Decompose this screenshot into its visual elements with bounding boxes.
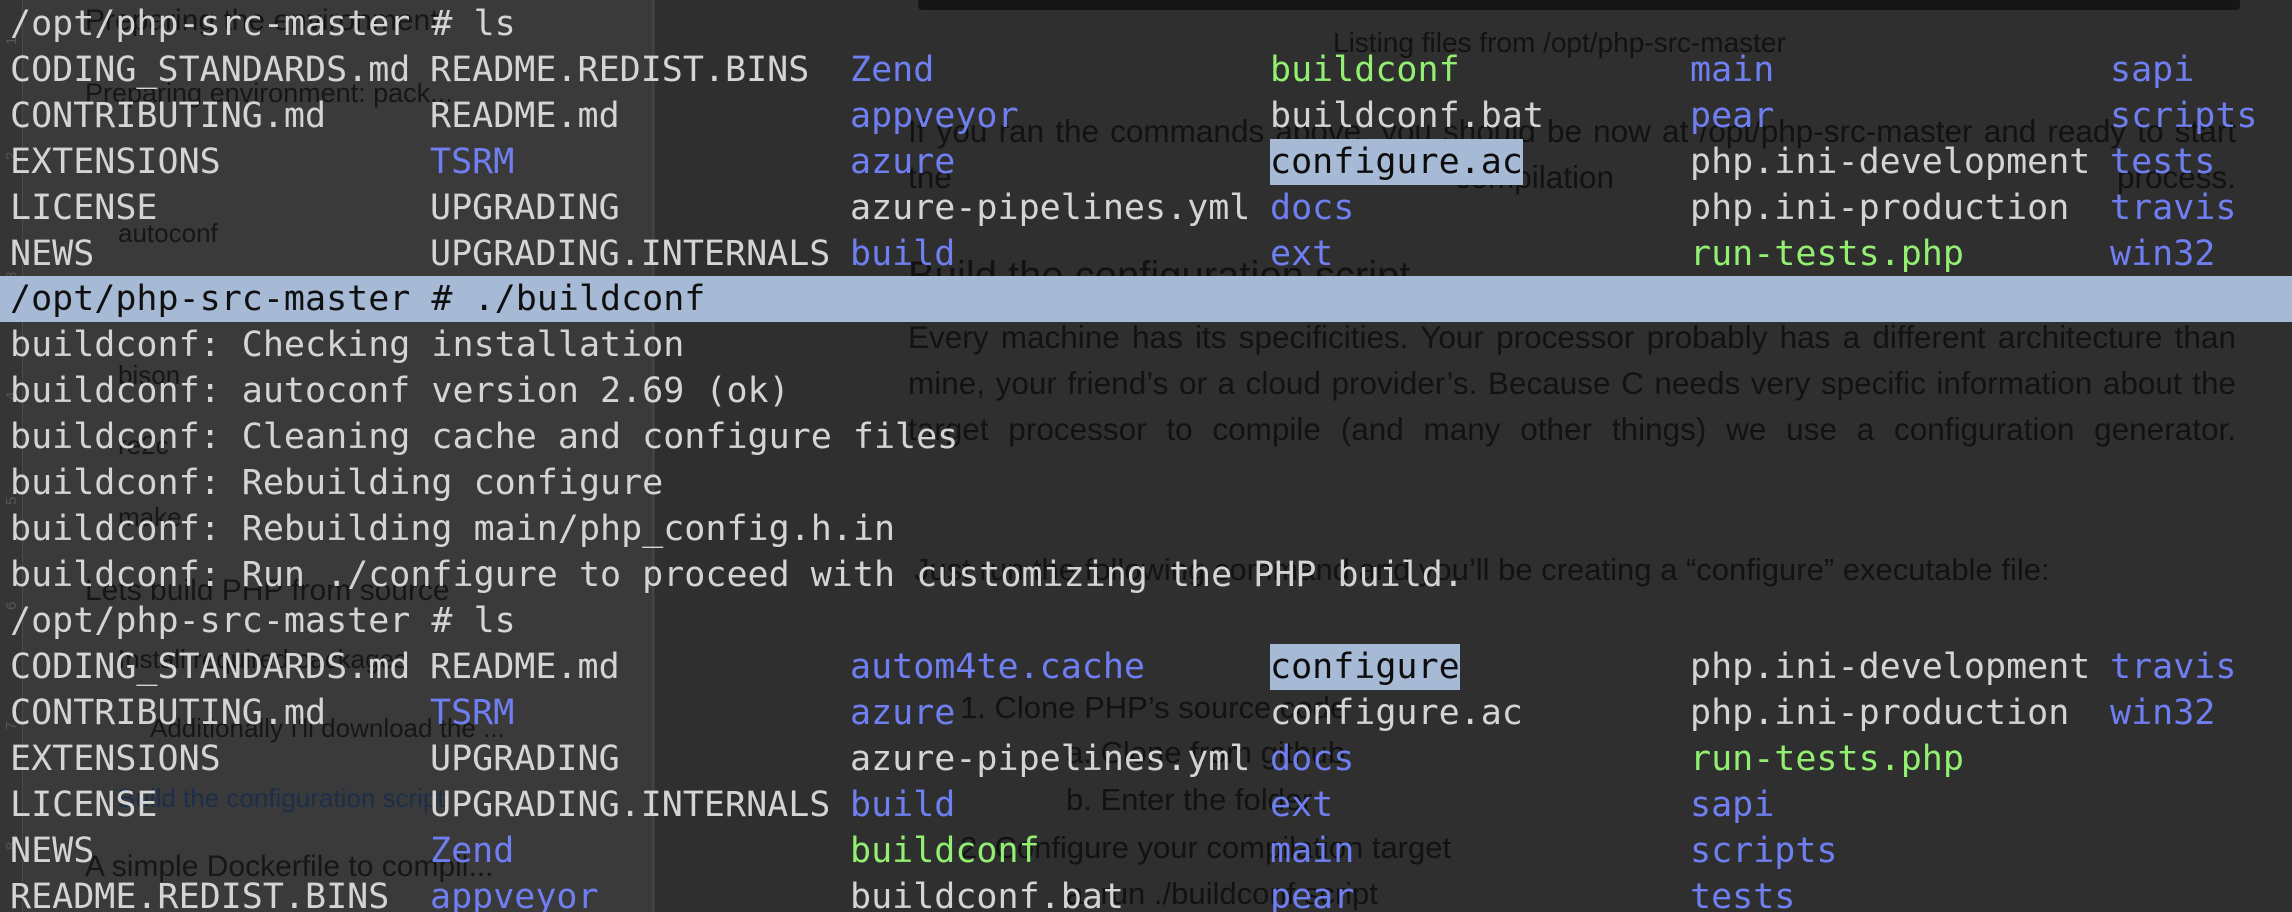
file-entry: php.ini-production bbox=[1690, 188, 2070, 228]
shell-prompt-buildconf: /opt/php-src-master # ./buildconf bbox=[0, 276, 2292, 322]
file-entry: win32 bbox=[2110, 693, 2216, 733]
file-entry: buildconf bbox=[850, 831, 1040, 871]
file-entry: pear bbox=[1690, 96, 1775, 136]
file-entry: travis bbox=[2110, 647, 2237, 687]
file-entry: TSRM bbox=[430, 693, 515, 733]
file-entry: tests bbox=[1690, 877, 1796, 912]
file-entry: NEWS bbox=[10, 831, 95, 871]
file-entry: CONTRIBUTING.md bbox=[10, 96, 327, 136]
file-entry: php.ini-development bbox=[1690, 142, 2091, 182]
file-entry: Zend bbox=[850, 50, 935, 90]
file-entry: ext bbox=[1270, 234, 1334, 274]
buildconf-line: buildconf: Cleaning cache and configure … bbox=[10, 417, 959, 457]
file-entry: README.REDIST.BINS bbox=[10, 877, 390, 912]
file-entry: run-tests.php bbox=[1690, 739, 1964, 779]
file-entry: Zend bbox=[430, 831, 515, 871]
buildconf-line: buildconf: Rebuilding configure bbox=[10, 463, 664, 503]
file-entry: appveyor bbox=[430, 877, 599, 912]
screen: 1 2 3 4 5 6 7 8 Preparing the environmen… bbox=[0, 0, 2292, 912]
buildconf-line: buildconf: autoconf version 2.69 (ok) bbox=[10, 371, 790, 411]
file-entry: php.ini-production bbox=[1690, 693, 2070, 733]
file-entry: ext bbox=[1270, 785, 1334, 825]
file-entry: buildconf.bat bbox=[850, 877, 1124, 912]
file-entry: azure bbox=[850, 693, 956, 733]
file-entry: EXTENSIONS bbox=[10, 739, 221, 779]
buildconf-line: buildconf: Checking installation bbox=[10, 325, 685, 365]
file-entry: README.REDIST.BINS bbox=[430, 50, 810, 90]
file-entry: CODING_STANDARDS.md bbox=[10, 647, 411, 687]
shell-prompt-ls: /opt/php-src-master # ls bbox=[10, 601, 516, 641]
file-entry: configure.ac bbox=[1270, 693, 1523, 733]
file-entry: appveyor bbox=[850, 96, 1019, 136]
file-entry: LICENSE bbox=[10, 188, 158, 228]
file-entry: configure.ac bbox=[1270, 139, 1523, 185]
file-entry: CONTRIBUTING.md bbox=[10, 693, 327, 733]
file-entry: main bbox=[1270, 831, 1355, 871]
file-entry: tests bbox=[2110, 142, 2216, 182]
file-entry: autom4te.cache bbox=[850, 647, 1146, 687]
buildconf-line: buildconf: Rebuilding main/php_config.h.… bbox=[10, 509, 896, 549]
file-entry: UPGRADING bbox=[430, 188, 620, 228]
file-entry: pear bbox=[1270, 877, 1355, 912]
buildconf-line: buildconf: Run ./configure to proceed wi… bbox=[10, 555, 1464, 595]
file-entry: php.ini-development bbox=[1690, 647, 2091, 687]
file-entry: UPGRADING.INTERNALS bbox=[430, 234, 831, 274]
file-entry: LICENSE bbox=[10, 785, 158, 825]
file-entry: azure-pipelines.yml bbox=[850, 188, 1251, 228]
file-entry: TSRM bbox=[430, 142, 515, 182]
file-entry: scripts bbox=[2110, 96, 2258, 136]
file-entry: CODING_STANDARDS.md bbox=[10, 50, 411, 90]
file-entry: run-tests.php bbox=[1690, 234, 1964, 274]
file-entry: sapi bbox=[1690, 785, 1775, 825]
file-entry: EXTENSIONS bbox=[10, 142, 221, 182]
file-entry: docs bbox=[1270, 188, 1355, 228]
file-entry: UPGRADING bbox=[430, 739, 620, 779]
file-entry: main bbox=[1690, 50, 1775, 90]
file-entry: win32 bbox=[2110, 234, 2216, 274]
file-entry: NEWS bbox=[10, 234, 95, 274]
terminal-output[interactable]: /opt/php-src-master # ls CODING_STANDARD… bbox=[0, 0, 2292, 912]
file-entry: build bbox=[850, 785, 956, 825]
file-entry: sapi bbox=[2110, 50, 2195, 90]
file-entry: scripts bbox=[1690, 831, 1838, 871]
file-entry: azure bbox=[850, 142, 956, 182]
file-entry: travis bbox=[2110, 188, 2237, 228]
file-entry: build bbox=[850, 234, 956, 274]
file-entry: configure bbox=[1270, 644, 1460, 690]
file-entry: buildconf.bat bbox=[1270, 96, 1544, 136]
file-entry: docs bbox=[1270, 739, 1355, 779]
file-entry: README.md bbox=[430, 96, 620, 136]
shell-prompt-ls: /opt/php-src-master # ls bbox=[10, 4, 516, 44]
file-entry: README.md bbox=[430, 647, 620, 687]
file-entry: azure-pipelines.yml bbox=[850, 739, 1251, 779]
file-entry: buildconf bbox=[1270, 50, 1460, 90]
file-entry: UPGRADING.INTERNALS bbox=[430, 785, 831, 825]
